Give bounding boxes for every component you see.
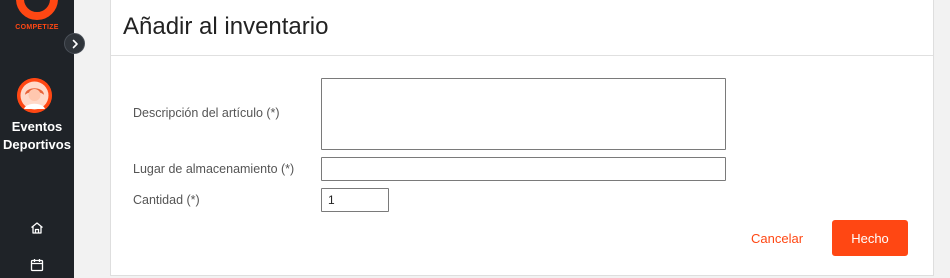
page-title: Añadir al inventario <box>123 13 329 40</box>
organization-avatar[interactable] <box>17 78 52 113</box>
home-icon[interactable] <box>29 220 45 236</box>
cancel-button[interactable]: Cancelar <box>751 228 803 248</box>
sidebar-toggle-button[interactable] <box>64 33 85 54</box>
done-button[interactable]: Hecho <box>832 220 908 256</box>
avatar-icon <box>17 78 52 113</box>
calendar-icon[interactable] <box>29 257 45 273</box>
panel-header: Añadir al inventario <box>111 0 933 56</box>
quantity-field[interactable] <box>321 188 389 212</box>
description-label: Descripción del artículo (*) <box>133 106 280 120</box>
brand-logo-icon <box>16 0 58 20</box>
chevron-right-icon <box>72 39 78 48</box>
organization-name: Eventos Deportivos <box>3 119 71 152</box>
description-field[interactable] <box>321 78 726 150</box>
location-label: Lugar de almacenamiento (*) <box>133 162 295 176</box>
sidebar: COMPETIZE Eventos Deportivos <box>0 0 85 278</box>
add-inventory-panel: Añadir al inventario Descripción del art… <box>110 0 934 276</box>
brand-logo-text: COMPETIZE <box>15 24 59 31</box>
quantity-label: Cantidad (*) <box>133 193 200 207</box>
location-field[interactable] <box>321 157 726 181</box>
